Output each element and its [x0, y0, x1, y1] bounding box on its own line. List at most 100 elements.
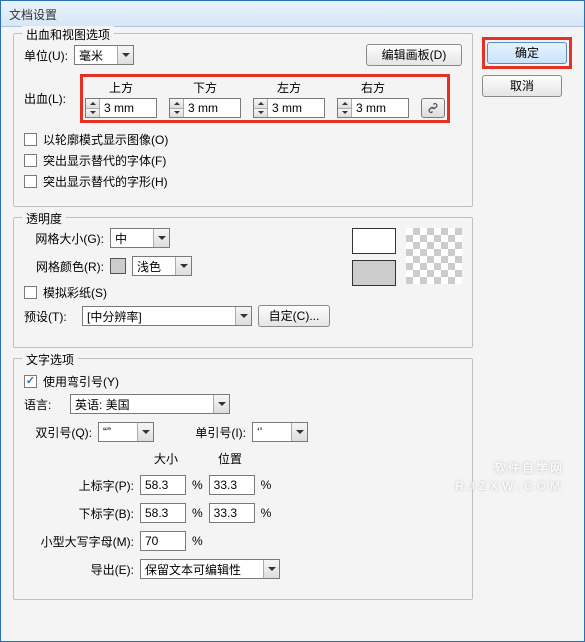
units-row: 单位(U): 毫米 编辑画板(D)	[24, 44, 462, 66]
dquote-label: 双引号(Q):	[24, 424, 92, 441]
language-combo[interactable]: 英语: 美国	[70, 394, 230, 414]
percent: %	[261, 506, 272, 520]
subfont-check[interactable]: 突出显示替代的字体(F)	[24, 152, 462, 169]
type-legend: 文字选项	[22, 351, 78, 368]
transparency-legend: 透明度	[22, 210, 66, 227]
transparency-group: 透明度 网格大小(G): 中 网格颜色(R): 浅色	[13, 217, 473, 348]
sub-pos-input[interactable]: 33.3	[209, 503, 255, 523]
bleed-bottom-col: 下方 3 mm	[169, 79, 241, 118]
bleed-right-input[interactable]: 3 mm	[337, 98, 409, 118]
language-label: 语言:	[24, 396, 64, 413]
language-value: 英语: 美国	[71, 396, 213, 413]
chevron-down-icon	[153, 229, 169, 247]
bleed-top-col: 上方 3 mm	[85, 79, 157, 118]
type-group: 文字选项 使用弯引号(Y) 语言: 英语: 美国 双引号(Q): “” 单	[13, 358, 473, 600]
bleed-top-input[interactable]: 3 mm	[85, 98, 157, 118]
squote-combo[interactable]: ‘’	[252, 422, 308, 442]
gridcolor-value: 浅色	[133, 258, 175, 275]
chevron-down-icon	[117, 46, 133, 64]
squote-label: 单引号(I):	[178, 424, 246, 441]
squote-value: ‘’	[253, 425, 291, 439]
ok-highlight: 确定	[482, 37, 572, 69]
preset-combo[interactable]: [中分辨率]	[82, 306, 252, 326]
bleed-right-value: 3 mm	[352, 99, 408, 117]
sub-label: 下标字(B):	[24, 505, 134, 522]
bleed-highlight: 上方 3 mm 下方 3 mm	[80, 74, 450, 123]
dialog-content: 确定 取消 出血和视图选项 单位(U): 毫米 编辑画板(D) 出血(L):	[1, 27, 584, 622]
dialog-window: 文档设置 确定 取消 出血和视图选项 单位(U): 毫米 编辑画板(D) 出血(…	[0, 0, 585, 642]
link-icon	[427, 102, 439, 114]
percent: %	[192, 534, 203, 548]
link-bleed-button[interactable]	[421, 98, 445, 118]
sub-size-input[interactable]: 58.3	[140, 503, 186, 523]
units-label: 单位(U):	[24, 47, 68, 64]
sc-label: 小型大写字母(M):	[24, 533, 134, 550]
custom-button[interactable]: 自定(C)...	[258, 305, 330, 327]
simulate-label: 模拟彩纸(S)	[43, 284, 107, 301]
spinner-arrows[interactable]	[170, 99, 184, 117]
units-value: 毫米	[75, 47, 117, 64]
pos-header: 位置	[218, 450, 242, 467]
bleed-left-input[interactable]: 3 mm	[253, 98, 325, 118]
watermark-main: 软件自学网	[494, 461, 564, 475]
chevron-down-icon	[235, 307, 251, 325]
dquote-combo[interactable]: “”	[98, 422, 154, 442]
simulate-check[interactable]: 模拟彩纸(S)	[24, 284, 338, 301]
curly-label: 使用弯引号(Y)	[43, 373, 119, 390]
subfont-label: 突出显示替代的字体(F)	[43, 152, 166, 169]
dquote-value: “”	[99, 425, 137, 439]
subglyph-label: 突出显示替代的字形(H)	[43, 173, 168, 190]
sup-label: 上标字(P):	[24, 477, 134, 494]
sc-size-input[interactable]: 70	[140, 531, 186, 551]
spinner-arrows[interactable]	[338, 99, 352, 117]
grey-swatch	[352, 260, 396, 286]
action-buttons: 确定 取消	[482, 37, 572, 97]
spinner-arrows[interactable]	[254, 99, 268, 117]
bleed-right-col: 右方 3 mm	[337, 79, 409, 118]
bleed-bottom-value: 3 mm	[184, 99, 240, 117]
export-combo[interactable]: 保留文本可编辑性	[140, 559, 280, 579]
gridsize-combo[interactable]: 中	[110, 228, 170, 248]
percent: %	[192, 478, 203, 492]
bleed-grid: 上方 3 mm 下方 3 mm	[85, 79, 445, 118]
bleed-view-group: 出血和视图选项 单位(U): 毫米 编辑画板(D) 出血(L): 上方	[13, 33, 473, 207]
percent: %	[192, 506, 203, 520]
curly-check[interactable]: 使用弯引号(Y)	[24, 373, 462, 390]
outline-check[interactable]: 以轮廓模式显示图像(O)	[24, 131, 462, 148]
gridsize-label: 网格大小(G):	[24, 230, 104, 247]
bleed-label: 出血(L):	[24, 90, 74, 107]
units-combo[interactable]: 毫米	[74, 45, 134, 65]
titlebar: 文档设置	[1, 1, 584, 27]
bleed-right-header: 右方	[361, 79, 385, 96]
white-swatch	[352, 228, 396, 254]
bleed-top-value: 3 mm	[100, 99, 156, 117]
bleed-top-header: 上方	[109, 79, 133, 96]
checkbox-icon	[24, 175, 37, 188]
edit-artboards-button[interactable]: 编辑画板(D)	[366, 44, 462, 66]
subglyph-check[interactable]: 突出显示替代的字形(H)	[24, 173, 462, 190]
preset-label: 预设(T):	[24, 308, 76, 325]
checkbox-icon	[24, 133, 37, 146]
bleed-left-value: 3 mm	[268, 99, 324, 117]
outline-label: 以轮廓模式显示图像(O)	[43, 131, 168, 148]
ok-button[interactable]: 确定	[487, 42, 567, 64]
gridsize-value: 中	[111, 230, 153, 247]
chevron-down-icon	[291, 423, 307, 441]
spinner-arrows[interactable]	[86, 99, 100, 117]
cancel-button[interactable]: 取消	[482, 75, 562, 97]
chevron-down-icon	[137, 423, 153, 441]
export-value: 保留文本可编辑性	[141, 561, 263, 578]
checker-preview	[406, 228, 462, 284]
gridcolor-swatch	[110, 258, 126, 274]
bleed-left-header: 左方	[277, 79, 301, 96]
gridcolor-label: 网格颜色(R):	[24, 258, 104, 275]
bleed-bottom-input[interactable]: 3 mm	[169, 98, 241, 118]
size-header: 大小	[154, 450, 178, 467]
bleed-left-col: 左方 3 mm	[253, 79, 325, 118]
sup-pos-input[interactable]: 33.3	[209, 475, 255, 495]
checkbox-icon	[24, 375, 37, 388]
gridcolor-combo[interactable]: 浅色	[132, 256, 192, 276]
sup-size-input[interactable]: 58.3	[140, 475, 186, 495]
chevron-down-icon	[213, 395, 229, 413]
bleed-legend: 出血和视图选项	[22, 26, 114, 43]
